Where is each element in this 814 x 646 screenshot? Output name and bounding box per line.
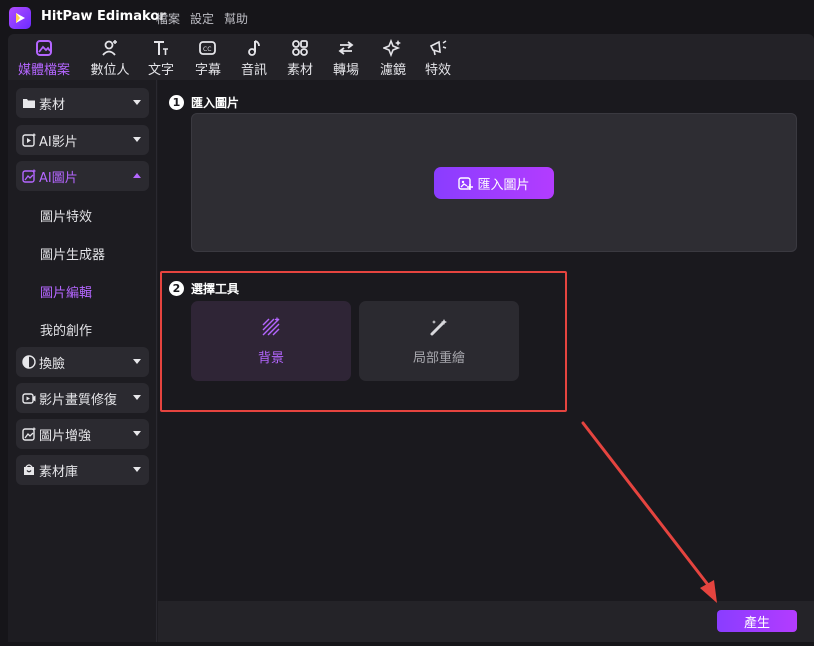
tool-inpaint[interactable]: 局部重繪 bbox=[359, 301, 519, 381]
sidebar-item-image-enhance[interactable]: 圖片增強 bbox=[16, 419, 149, 449]
menu-help[interactable]: 幫助 bbox=[224, 10, 248, 27]
title-bar: HitPaw Edimakor 檔案 設定 幫助 bbox=[0, 0, 814, 34]
sidebar-item-label: 素材 bbox=[39, 97, 66, 113]
chevron-down-icon bbox=[133, 431, 141, 436]
menu-file[interactable]: 檔案 bbox=[156, 10, 180, 27]
chevron-down-icon bbox=[133, 359, 141, 364]
tab-text[interactable]: 文字 bbox=[146, 36, 176, 78]
music-icon bbox=[248, 40, 260, 56]
tab-filter-label: 濾鏡 bbox=[379, 63, 406, 78]
generate-button[interactable]: 產生 bbox=[717, 610, 797, 632]
sidebar-item-label: 素材庫 bbox=[39, 464, 79, 480]
sidebar-subitem-image-generator[interactable]: 圖片生成器 bbox=[40, 244, 105, 263]
ai-video-icon bbox=[22, 133, 36, 147]
transition-icon bbox=[338, 41, 354, 55]
tab-effects[interactable]: 特效 bbox=[423, 36, 453, 78]
image-dropzone[interactable]: 匯入圖片 bbox=[191, 113, 797, 252]
chevron-down-icon bbox=[133, 395, 141, 400]
menu-bar: 檔案 設定 幫助 bbox=[156, 10, 248, 27]
content-panel: 1 匯入圖片 匯入圖片 2 選擇工具 背景 局部重繪 bbox=[158, 80, 814, 601]
tab-assets[interactable]: 素材 bbox=[285, 36, 315, 78]
step2-number: 2 bbox=[169, 281, 184, 296]
avatar-icon bbox=[102, 40, 117, 56]
chevron-down-icon bbox=[133, 137, 141, 142]
chevron-up-icon bbox=[133, 173, 141, 178]
tab-text-label: 文字 bbox=[147, 63, 174, 78]
effects-icon bbox=[429, 40, 447, 56]
text-icon bbox=[154, 41, 168, 55]
app-logo-icon bbox=[9, 7, 31, 29]
add-image-icon bbox=[458, 176, 474, 190]
assets-icon bbox=[292, 40, 308, 56]
face-swap-icon bbox=[22, 355, 36, 369]
media-icon bbox=[36, 40, 52, 56]
filter-icon bbox=[383, 38, 401, 58]
sidebar-subitem-image-edit[interactable]: 圖片編輯 bbox=[40, 282, 92, 301]
sidebar-item-ai-image[interactable]: AI圖片 bbox=[16, 161, 149, 191]
top-toolbar: 媒體檔案 數位人 文字 CC 字幕 音訊 素材 轉場 濾鏡 特效 bbox=[8, 34, 814, 80]
sidebar-item-video-repair[interactable]: 影片畫質修復 bbox=[16, 383, 149, 413]
step2-title: 選擇工具 bbox=[191, 282, 240, 296]
sidebar-item-label: AI影片 bbox=[39, 134, 78, 150]
chevron-down-icon bbox=[133, 100, 141, 105]
app-title: HitPaw Edimakor bbox=[41, 9, 166, 24]
tab-media[interactable]: 媒體檔案 bbox=[16, 36, 72, 78]
sidebar-item-face-swap[interactable]: 換臉 bbox=[16, 347, 149, 377]
step1-title: 匯入圖片 bbox=[191, 96, 240, 110]
tab-avatar[interactable]: 數位人 bbox=[88, 36, 132, 78]
svg-text:CC: CC bbox=[203, 46, 211, 53]
sidebar-item-ai-video[interactable]: AI影片 bbox=[16, 125, 149, 155]
step1-heading: 1 匯入圖片 bbox=[169, 94, 239, 111]
sidebar-item-label: 影片畫質修復 bbox=[39, 392, 118, 408]
folder-icon bbox=[23, 99, 35, 108]
tab-audio[interactable]: 音訊 bbox=[239, 36, 269, 78]
tab-subtitle-label: 字幕 bbox=[194, 63, 221, 78]
menu-settings[interactable]: 設定 bbox=[190, 10, 214, 27]
sidebar-item-assets[interactable]: 素材 bbox=[16, 88, 149, 118]
step1-number: 1 bbox=[169, 95, 184, 110]
magic-wand-icon bbox=[430, 318, 447, 335]
tool-background[interactable]: 背景 bbox=[191, 301, 351, 381]
tab-avatar-label: 數位人 bbox=[90, 63, 130, 78]
chevron-down-icon bbox=[133, 467, 141, 472]
sidebar: 素材 AI影片 AI圖片 圖片特效 圖片生成器 圖片編輯 我的創作 換臉 影片畫… bbox=[8, 80, 157, 642]
library-icon bbox=[24, 464, 34, 475]
tab-effects-label: 特效 bbox=[424, 63, 451, 78]
image-enhance-icon bbox=[22, 427, 36, 441]
sidebar-item-label: 換臉 bbox=[39, 356, 66, 372]
video-repair-icon bbox=[22, 393, 36, 404]
tab-media-label: 媒體檔案 bbox=[17, 63, 70, 78]
ai-image-icon bbox=[22, 169, 36, 183]
tab-subtitle[interactable]: CC 字幕 bbox=[193, 36, 223, 78]
tab-filter[interactable]: 濾鏡 bbox=[378, 36, 408, 78]
sidebar-item-label: AI圖片 bbox=[39, 170, 78, 186]
tab-transition-label: 轉場 bbox=[332, 63, 359, 78]
tab-assets-label: 素材 bbox=[286, 63, 313, 78]
background-icon bbox=[262, 317, 280, 335]
sidebar-item-library[interactable]: 素材庫 bbox=[16, 455, 149, 485]
main-window: 媒體檔案 數位人 文字 CC 字幕 音訊 素材 轉場 濾鏡 特效 素材 AI影片… bbox=[8, 34, 814, 642]
import-image-label: 匯入圖片 bbox=[477, 177, 530, 193]
import-image-button[interactable]: 匯入圖片 bbox=[434, 167, 554, 199]
footer-bar: 產生 bbox=[158, 601, 814, 642]
step2-heading: 2 選擇工具 bbox=[169, 280, 239, 297]
tab-audio-label: 音訊 bbox=[240, 63, 267, 78]
sidebar-subitem-my-creations[interactable]: 我的創作 bbox=[40, 320, 92, 339]
tool-inpaint-label: 局部重繪 bbox=[412, 350, 465, 366]
tab-transition[interactable]: 轉場 bbox=[331, 36, 361, 78]
sidebar-item-label: 圖片增強 bbox=[39, 428, 92, 444]
sidebar-subitem-image-effects[interactable]: 圖片特效 bbox=[40, 206, 92, 225]
subtitle-icon: CC bbox=[199, 41, 216, 55]
tool-background-label: 背景 bbox=[257, 350, 284, 366]
